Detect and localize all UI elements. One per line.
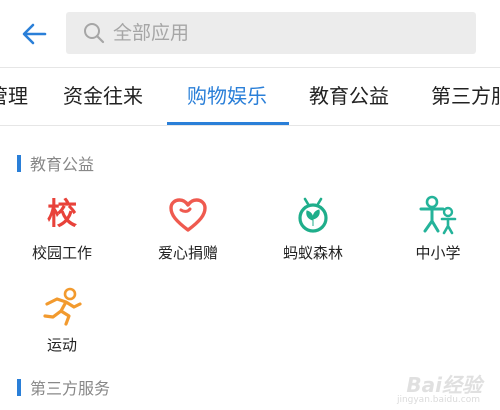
heart-icon [167, 194, 209, 236]
tab-education-charity[interactable]: 教育公益 [309, 68, 389, 126]
app-name: 运动 [46, 336, 77, 354]
tab-management[interactable]: 管理 [0, 68, 28, 126]
back-button[interactable] [16, 16, 52, 52]
students-icon [417, 194, 459, 236]
section-header-education: 教育公益 [17, 152, 94, 174]
tabs-divider [0, 125, 500, 126]
app-name: 中小学 [415, 244, 461, 262]
category-tabs: 管理 资金往来 购物娱乐 教育公益 第三方服务 [0, 68, 500, 126]
app-charity-donation[interactable]: 爱心捐赠 [138, 194, 238, 268]
tab-funds[interactable]: 资金往来 [63, 68, 143, 126]
app-name: 爱心捐赠 [157, 244, 218, 262]
section-header-third-party: 第三方服务 [17, 376, 110, 398]
watermark-url: jingyan.baidu.com [396, 395, 480, 405]
tab-shopping-entertainment[interactable]: 购物娱乐 [187, 68, 267, 126]
search-box[interactable] [66, 12, 476, 54]
ant-forest-icon [292, 194, 334, 236]
watermark-logo: Bai经验 [406, 373, 482, 397]
app-ant-forest[interactable]: 蚂蚁森林 [263, 194, 363, 268]
section-accent-bar [17, 154, 21, 172]
search-input[interactable] [113, 22, 453, 44]
section-title: 教育公益 [30, 155, 95, 174]
top-bar [0, 0, 500, 68]
section-title: 第三方服务 [30, 379, 111, 398]
app-campus-work[interactable]: 校 校园工作 [12, 194, 112, 268]
app-sports[interactable]: 运动 [12, 286, 112, 360]
tab-third-party[interactable]: 第三方服务 [431, 68, 500, 126]
app-name: 校园工作 [31, 244, 92, 262]
app-name: 蚂蚁森林 [282, 244, 343, 262]
search-icon [83, 22, 105, 44]
school-icon: 校 [47, 197, 77, 232]
app-primary-secondary-school[interactable]: 中小学 [388, 194, 488, 268]
baidu-jingyan-watermark: Bai经验 jingyan.baidu.com [397, 369, 482, 405]
section-accent-bar [17, 378, 21, 396]
running-icon [41, 286, 83, 328]
back-arrow-icon [22, 23, 47, 45]
